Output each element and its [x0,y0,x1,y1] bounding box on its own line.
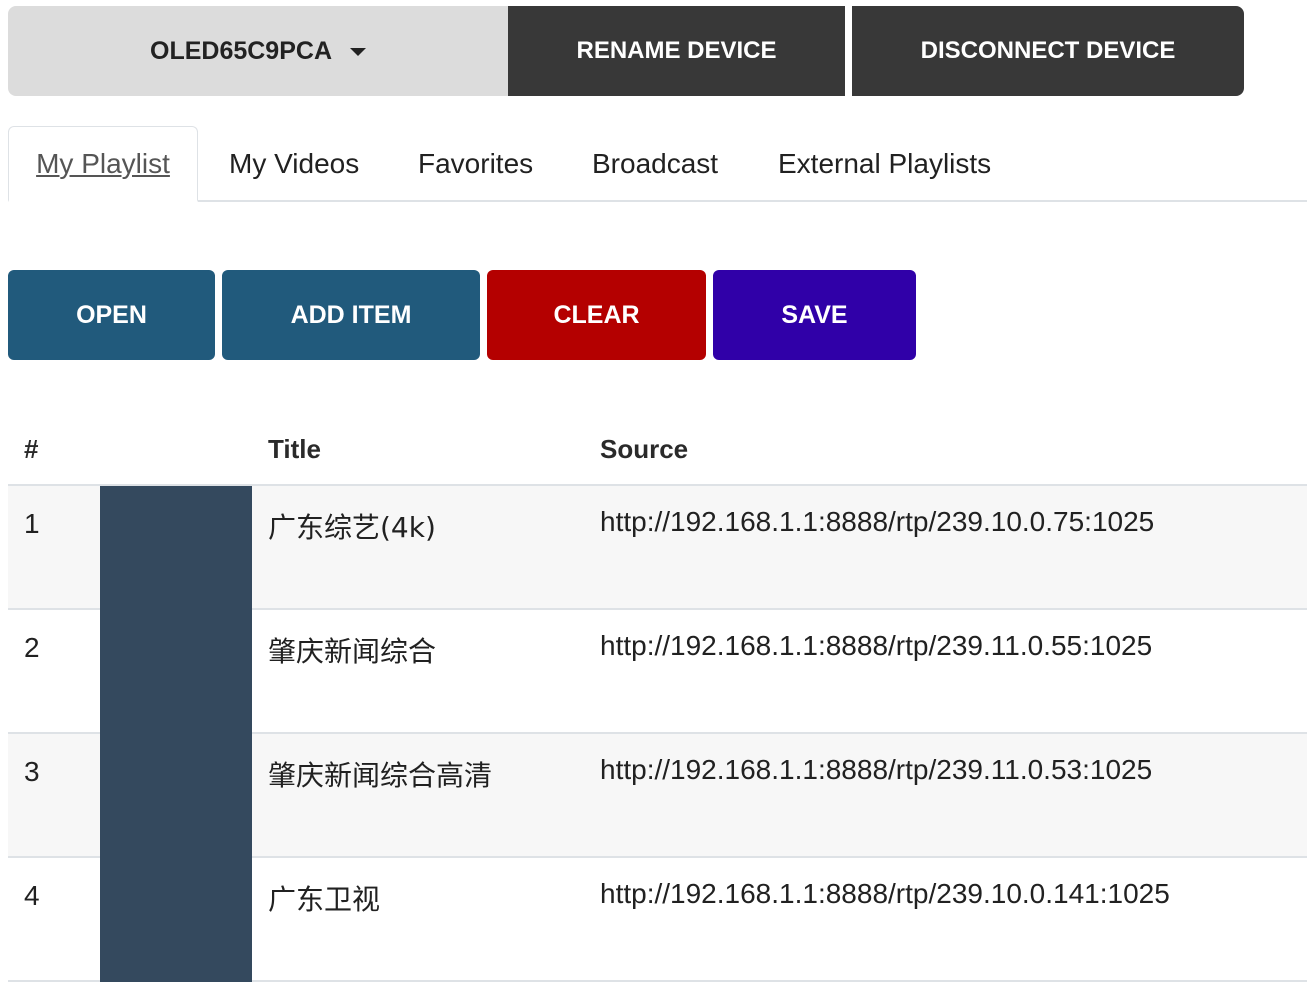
tab-my-playlist[interactable]: My Playlist [8,126,198,202]
device-bar: OLED65C9PCA RENAME DEVICE DISCONNECT DEV… [8,6,1244,96]
playlist-table: # Title Source 1 广东综艺(4k) http://192.168… [8,412,1307,982]
tab-favorites[interactable]: Favorites [418,126,533,202]
device-name: OLED65C9PCA [150,36,332,65]
row-title: 广东综艺(4k) [268,511,436,544]
table-row[interactable]: 2 肇庆新闻综合 http://192.168.1.1:8888/rtp/239… [8,610,1307,734]
thumbnail [100,734,252,858]
tab-my-videos[interactable]: My Videos [229,126,359,202]
tab-bar: My Playlist My Videos Favorites Broadcas… [8,126,1307,202]
disconnect-device-button[interactable]: DISCONNECT DEVICE [852,6,1244,96]
row-number: 2 [24,632,40,663]
table-row[interactable]: 1 广东综艺(4k) http://192.168.1.1:8888/rtp/2… [8,486,1307,610]
row-number: 3 [24,756,40,787]
open-button[interactable]: OPEN [8,270,215,360]
row-source: http://192.168.1.1:8888/rtp/239.10.0.141… [600,878,1170,909]
tab-broadcast[interactable]: Broadcast [592,126,718,202]
row-title: 肇庆新闻综合高清 [268,759,493,792]
header-number: # [24,434,39,464]
row-source: http://192.168.1.1:8888/rtp/239.10.0.75:… [600,506,1155,537]
row-title: 广东卫视 [268,883,381,916]
tab-external-playlists[interactable]: External Playlists [778,126,991,202]
thumbnail [100,486,252,610]
table-row[interactable]: 3 肇庆新闻综合高清 http://192.168.1.1:8888/rtp/2… [8,734,1307,858]
add-item-button[interactable]: ADD ITEM [222,270,480,360]
device-select-dropdown[interactable]: OLED65C9PCA [8,6,508,96]
table-row[interactable]: 4 广东卫视 http://192.168.1.1:8888/rtp/239.1… [8,858,1307,982]
row-source: http://192.168.1.1:8888/rtp/239.11.0.55:… [600,630,1153,661]
header-source: Source [600,434,689,464]
rename-device-button[interactable]: RENAME DEVICE [508,6,845,96]
row-title: 肇庆新闻综合 [268,635,437,668]
row-number: 1 [24,508,40,539]
clear-button[interactable]: CLEAR [487,270,706,360]
thumbnail [100,610,252,734]
table-header: # Title Source [8,412,1307,486]
row-source: http://192.168.1.1:8888/rtp/239.11.0.53:… [600,754,1153,785]
save-button[interactable]: SAVE [713,270,916,360]
thumbnail [100,858,252,982]
row-number: 4 [24,880,40,911]
button-gap [845,6,852,96]
caret-down-icon [350,48,366,56]
header-title: Title [268,434,321,464]
